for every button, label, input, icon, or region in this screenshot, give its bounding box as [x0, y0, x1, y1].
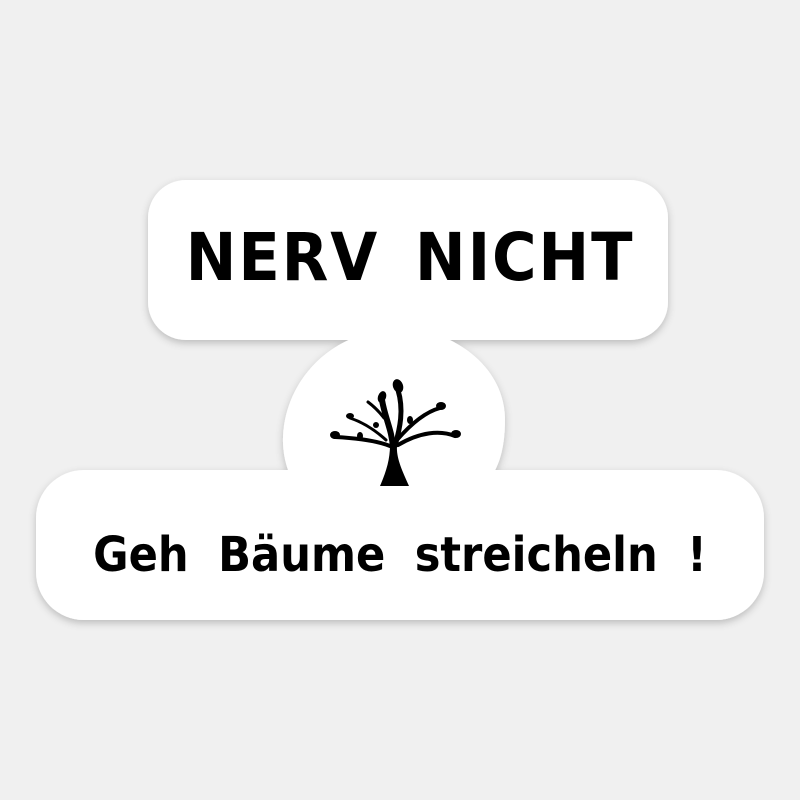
sticker-canvas: NERV NICHT Geh Bäume streicheln !	[0, 0, 800, 800]
subline-text: Geh Bäume streicheln !	[93, 527, 707, 583]
headline-text: NERV NICHT	[185, 218, 635, 296]
sticker-shape	[36, 180, 764, 620]
